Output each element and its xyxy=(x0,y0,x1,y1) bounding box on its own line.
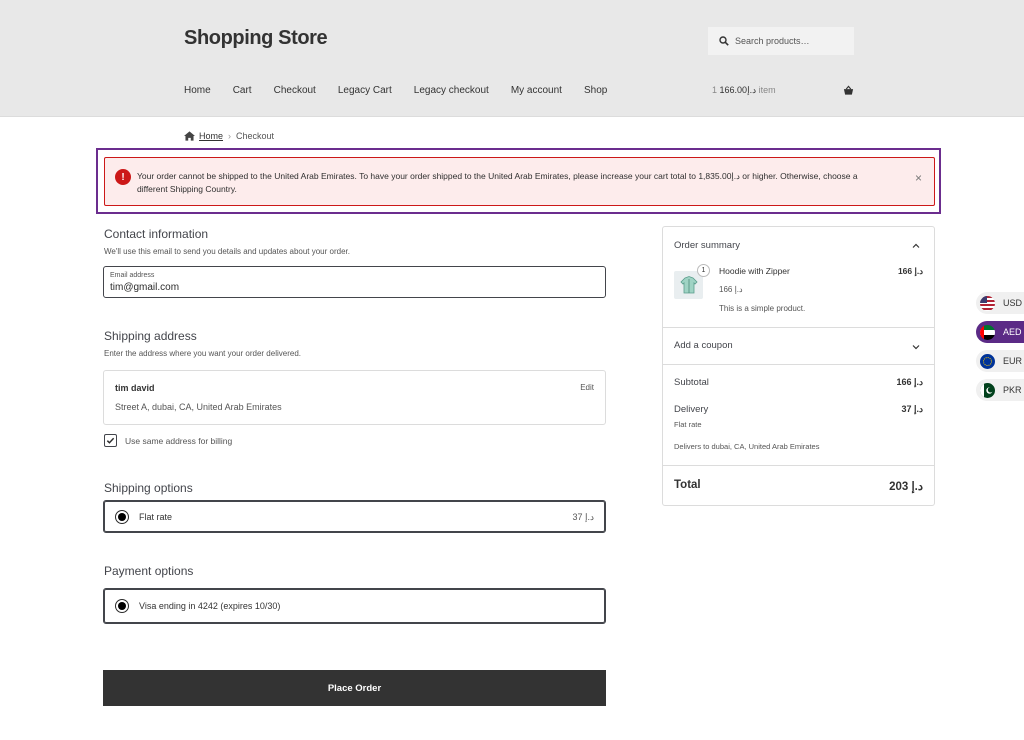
mini-cart-text: د.إ166.00 1 item xyxy=(708,85,776,96)
email-input[interactable] xyxy=(110,282,590,293)
shipping-address-description: Enter the address where you want your or… xyxy=(104,349,301,358)
breadcrumb-current: Checkout xyxy=(236,131,275,141)
delivery-label: Delivery xyxy=(674,404,709,415)
cart-amount: د.إ166.00 xyxy=(719,85,757,95)
add-coupon-toggle[interactable]: Add a coupon xyxy=(674,340,733,351)
chevron-up-icon[interactable] xyxy=(912,242,920,250)
nav-legacy-checkout[interactable]: Legacy checkout xyxy=(414,85,489,96)
nav-cart[interactable]: Cart xyxy=(233,85,252,96)
payment-radio[interactable] xyxy=(115,599,129,613)
currency-code: USD xyxy=(1003,298,1023,308)
product-name: Hoodie with Zipper xyxy=(719,266,790,276)
nav-legacy-cart[interactable]: Legacy Cart xyxy=(338,85,392,96)
error-notice: ! Your order cannot be shipped to the Un… xyxy=(104,157,935,206)
pk-flag-icon xyxy=(980,382,995,398)
currency-code: EUR xyxy=(1003,356,1023,366)
search-icon xyxy=(719,36,729,46)
address-line: Street A, dubai, CA, United Arab Emirate… xyxy=(115,402,282,412)
product-line-total: 166 د.إ xyxy=(897,266,923,276)
order-summary: Order summary 1 Hoodie with Zipper 166 د… xyxy=(662,226,935,506)
check-icon xyxy=(106,437,115,444)
currency-code: PKR xyxy=(1003,385,1022,395)
eu-flag-icon xyxy=(980,353,995,369)
basket-icon xyxy=(843,85,854,95)
same-billing-checkbox[interactable] xyxy=(104,434,117,447)
nav-checkout[interactable]: Checkout xyxy=(274,85,316,96)
shipping-option-flat-rate[interactable]: Flat rate 37 د.إ xyxy=(103,500,606,533)
mini-cart[interactable]: د.إ166.00 1 item xyxy=(708,85,854,96)
error-message: Your order cannot be shipped to the Unit… xyxy=(137,171,858,194)
delivery-value: 37 د.إ xyxy=(901,404,923,414)
shipping-option-label: Flat rate xyxy=(139,512,173,522)
subtotal-value: 166 د.إ xyxy=(896,377,923,387)
shipping-options-title: Shipping options xyxy=(104,481,193,495)
edit-address-button[interactable]: Edit xyxy=(580,383,594,392)
currency-pkr[interactable]: PKR xyxy=(976,379,1024,401)
subtotal-label: Subtotal xyxy=(674,377,709,388)
currency-code: AED xyxy=(1003,327,1022,337)
divider xyxy=(663,465,934,466)
divider xyxy=(663,327,934,328)
home-icon xyxy=(184,131,195,141)
delivery-method: Flat rate xyxy=(674,420,702,429)
nav-home[interactable]: Home xyxy=(184,85,211,96)
search-input[interactable] xyxy=(735,36,845,46)
delivers-to: Delivers to dubai, CA, United Arab Emira… xyxy=(674,442,820,451)
nav-shop[interactable]: Shop xyxy=(584,85,607,96)
shipping-address-title: Shipping address xyxy=(104,329,197,343)
us-flag-icon xyxy=(980,295,995,311)
same-billing-row[interactable]: Use same address for billing xyxy=(104,434,232,447)
search-box[interactable] xyxy=(708,27,854,55)
product-price: 166 د.إ xyxy=(719,285,743,294)
shipping-option-price: 37 د.إ xyxy=(572,512,594,522)
payment-options-title: Payment options xyxy=(104,564,194,578)
hoodie-icon xyxy=(679,276,698,294)
address-name: tim david xyxy=(115,383,155,393)
error-icon: ! xyxy=(115,169,131,185)
shipping-radio[interactable] xyxy=(115,510,129,524)
currency-aed[interactable]: AED xyxy=(976,321,1024,343)
email-label: Email address xyxy=(110,272,155,279)
quantity-badge: 1 xyxy=(697,264,710,277)
contact-description: We'll use this email to send you details… xyxy=(104,247,350,256)
close-icon[interactable]: × xyxy=(915,171,922,185)
payment-option-card[interactable]: Visa ending in 4242 (expires 10/30) xyxy=(103,588,606,624)
uae-flag-icon xyxy=(980,324,995,340)
breadcrumb: Home › Checkout xyxy=(184,131,274,141)
currency-eur[interactable]: EUR xyxy=(976,350,1024,372)
divider xyxy=(663,364,934,365)
contact-title: Contact information xyxy=(104,227,209,241)
breadcrumb-home[interactable]: Home xyxy=(199,131,223,141)
place-order-button[interactable]: Place Order xyxy=(103,670,606,706)
total-label: Total xyxy=(674,479,701,491)
site-header: Shopping Store Home Cart Checkout Legacy… xyxy=(0,0,1024,117)
breadcrumb-separator: › xyxy=(228,131,232,141)
site-title[interactable]: Shopping Store xyxy=(184,27,328,50)
chevron-down-icon[interactable] xyxy=(912,343,920,351)
payment-option-label: Visa ending in 4242 (expires 10/30) xyxy=(139,601,281,611)
nav-my-account[interactable]: My account xyxy=(511,85,562,96)
address-card: tim david Street A, dubai, CA, United Ar… xyxy=(103,370,606,425)
total-value: 203 د.إ xyxy=(889,481,923,493)
main-nav: Home Cart Checkout Legacy Cart Legacy ch… xyxy=(184,85,629,96)
same-billing-label: Use same address for billing xyxy=(125,435,233,446)
email-field[interactable]: Email address xyxy=(103,266,606,298)
product-description: This is a simple product. xyxy=(719,304,806,313)
order-summary-title[interactable]: Order summary xyxy=(674,240,740,251)
currency-usd[interactable]: USD xyxy=(976,292,1024,314)
